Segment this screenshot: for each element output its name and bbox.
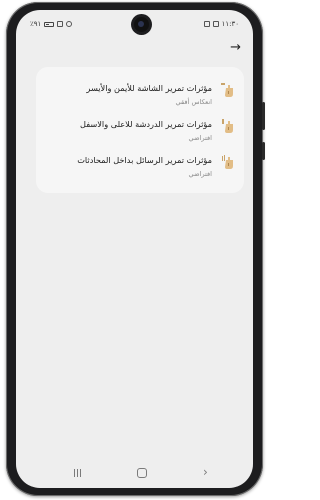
setting-value: انعكاس أفقي [175,98,212,106]
recents-icon[interactable] [74,469,81,477]
setting-value: افتراضي [188,134,212,142]
notification-icon-2 [212,21,219,27]
setting-item-vertical-swipe[interactable]: مؤثرات تمرير الدردشة للاعلى والاسفل افتر… [42,113,238,149]
status-left: ٪٩١ [30,16,73,32]
alarm-icon [66,21,73,27]
setting-title: مؤثرات تمرير الدردشة للاعلى والاسفل [80,119,212,129]
battery-icon [44,21,55,27]
back-chevron-icon[interactable]: › [203,466,208,478]
setting-title: مؤثرات تمرير الشاشة للأيمن والأيسر [86,83,212,93]
volume-button [262,102,265,130]
setting-item-horizontal-swipe[interactable]: مؤثرات تمرير الشاشة للأيمن والأيسر انعكا… [42,77,238,113]
settings-card: مؤثرات تمرير الشاشة للأيمن والأيسر انعكا… [36,67,244,193]
phone-frame: ٪٩١ ١١:٣٠ → مؤثرات تمرير الشاشة للأيمن و… [6,2,265,496]
notification-icon [203,21,210,27]
swipe-messages-icon [222,155,233,169]
home-icon[interactable] [137,468,147,478]
swipe-vertical-icon [222,119,233,133]
screen: ٪٩١ ١١:٣٠ → مؤثرات تمرير الشاشة للأيمن و… [16,10,253,488]
setting-title: مؤثرات تمرير الرسائل بداخل المحادثات [77,155,212,165]
swipe-horizontal-icon [221,83,233,97]
status-time: ١١:٣٠ [221,20,239,28]
battery-percent: ٪٩١ [30,20,42,28]
navigation-bar: › [16,466,253,482]
front-camera [134,17,149,32]
status-right: ١١:٣٠ [203,16,239,32]
setting-value: افتراضي [188,170,212,178]
right-arrow-icon[interactable]: → [230,41,241,55]
setting-item-messages-swipe[interactable]: مؤثرات تمرير الرسائل بداخل المحادثات افت… [42,149,238,185]
signal-icon [57,21,64,27]
power-button [262,142,265,160]
